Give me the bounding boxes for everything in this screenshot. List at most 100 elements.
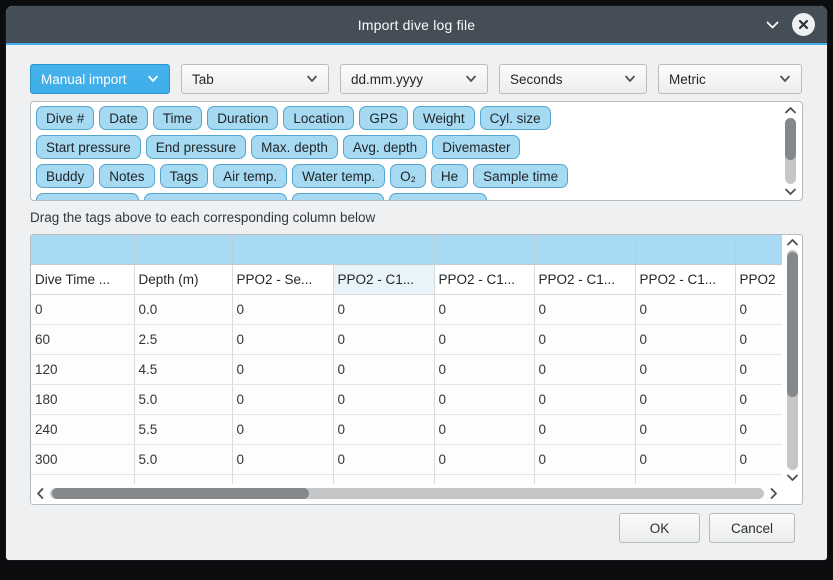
tag-sample-depth[interactable]: Sample depth — [36, 193, 139, 201]
table-cell: 0 — [635, 354, 735, 384]
time-format-select[interactable]: Seconds — [499, 64, 647, 94]
tag-dive[interactable]: Dive # — [36, 106, 94, 130]
tag-buddy[interactable]: Buddy — [36, 164, 94, 188]
tag-sample-temperature[interactable]: Sample temperature — [144, 193, 286, 201]
tag-sample-po[interactable]: Sample pO₂ — [292, 193, 385, 201]
table-cell: 0 — [232, 414, 333, 444]
field-separator-select[interactable]: Tab — [181, 64, 329, 94]
table-cell: 5.0 — [134, 384, 232, 414]
column-drop-target[interactable] — [232, 235, 333, 264]
table-cell — [134, 474, 232, 484]
tag-sample-time[interactable]: Sample time — [473, 164, 568, 188]
column-header[interactable]: Dive Time ... — [31, 264, 134, 294]
table-cell: 0 — [434, 354, 534, 384]
table-cell: 0 — [232, 384, 333, 414]
tag-notes[interactable]: Notes — [99, 164, 154, 188]
tag-end-pressure[interactable]: End pressure — [146, 135, 246, 159]
tag-date[interactable]: Date — [99, 106, 148, 130]
table-cell — [434, 474, 534, 484]
scrollbar-thumb[interactable] — [787, 252, 798, 397]
table-cell: 0 — [333, 324, 434, 354]
close-button[interactable] — [792, 13, 815, 36]
tag-duration[interactable]: Duration — [207, 106, 278, 130]
table-row: 00.0000000 — [31, 294, 782, 324]
table-cell: 0 — [232, 354, 333, 384]
table-cell — [735, 474, 782, 484]
tag-list-scrollbar[interactable] — [782, 105, 798, 197]
table-grid: Dive Time ...Depth (m)PPO2 - Se...PPO2 -… — [31, 235, 782, 484]
table-cell: 4.5 — [134, 354, 232, 384]
table-horizontal-scrollbar[interactable] — [33, 485, 781, 502]
column-header[interactable]: Depth (m) — [134, 264, 232, 294]
scroll-up-icon[interactable] — [784, 105, 797, 116]
tag-row: Sample depth Sample temperature Sample pO₂… — [36, 193, 776, 201]
tag-cyl-size[interactable]: Cyl. size — [480, 106, 551, 130]
column-header[interactable]: PPO2 - Se... — [232, 264, 333, 294]
column-drop-target[interactable] — [434, 235, 534, 264]
table-cell: 120 — [31, 354, 134, 384]
tag-start-pressure[interactable]: Start pressure — [36, 135, 141, 159]
titlebar-chevron-down-icon[interactable] — [765, 20, 780, 30]
tag-o[interactable]: O₂ — [390, 164, 426, 188]
tag-location[interactable]: Location — [283, 106, 354, 130]
table-cell: 5.5 — [134, 414, 232, 444]
import-type-select[interactable]: Manual import — [30, 64, 170, 94]
tag-air-temp[interactable]: Air temp. — [213, 164, 287, 188]
scrollbar-track[interactable] — [50, 488, 764, 499]
titlebar[interactable]: Import dive log file — [6, 6, 827, 43]
dialog-buttons: OK Cancel — [30, 513, 803, 543]
import-dialog-window: Import dive log file Manual import Tab d… — [6, 6, 827, 560]
scrollbar-track[interactable] — [785, 118, 796, 184]
scrollbar-track[interactable] — [787, 250, 798, 470]
table-cell — [31, 474, 134, 484]
table-cell: 180 — [31, 384, 134, 414]
tag-list: Dive #DateTimeDurationLocationGPSWeightC… — [31, 102, 802, 201]
column-header[interactable]: PPO2 - C1... — [333, 264, 434, 294]
tag-avg-depth[interactable]: Avg. depth — [343, 135, 427, 159]
column-drop-target[interactable] — [635, 235, 735, 264]
scrollbar-thumb[interactable] — [52, 488, 309, 499]
table-cell: 0 — [434, 414, 534, 444]
tag-water-temp[interactable]: Water temp. — [292, 164, 385, 188]
chevron-down-icon — [624, 75, 636, 83]
column-drop-target[interactable] — [134, 235, 232, 264]
tag-tags[interactable]: Tags — [160, 164, 209, 188]
table-cell: 0 — [232, 294, 333, 324]
table-row: 1805.0000000 — [31, 384, 782, 414]
scroll-left-icon[interactable] — [33, 487, 48, 500]
table-cell — [232, 474, 333, 484]
scroll-down-icon[interactable] — [784, 186, 797, 197]
column-header[interactable]: PPO2 - C1... — [434, 264, 534, 294]
units-select[interactable]: Metric — [658, 64, 802, 94]
cancel-button[interactable]: Cancel — [709, 513, 795, 543]
tag-max-depth[interactable]: Max. depth — [251, 135, 338, 159]
column-drop-target[interactable] — [31, 235, 134, 264]
column-drop-target[interactable] — [534, 235, 635, 264]
ok-button[interactable]: OK — [619, 513, 700, 543]
table-cell: 0 — [434, 294, 534, 324]
table-cell: 0 — [333, 354, 434, 384]
tag-divemaster[interactable]: Divemaster — [432, 135, 520, 159]
column-header[interactable]: PPO2 — [735, 264, 782, 294]
table-cell: 0 — [635, 294, 735, 324]
table-cell: 0 — [735, 384, 782, 414]
table-cell: 0 — [534, 294, 635, 324]
scroll-right-icon[interactable] — [766, 487, 781, 500]
column-header[interactable]: PPO2 - C1... — [635, 264, 735, 294]
table-cell: 0 — [333, 294, 434, 324]
scroll-up-icon[interactable] — [786, 237, 799, 248]
table-vertical-scrollbar[interactable] — [784, 237, 800, 483]
date-format-select[interactable]: dd.mm.yyyy — [340, 64, 488, 94]
column-drop-target[interactable] — [735, 235, 782, 264]
table-cell: 0 — [534, 384, 635, 414]
column-header[interactable]: PPO2 - C1... — [534, 264, 635, 294]
tag-gps[interactable]: GPS — [359, 106, 408, 130]
tag-he[interactable]: He — [431, 164, 468, 188]
tag-sample-cns[interactable]: Sample CNS — [389, 193, 487, 201]
scroll-down-icon[interactable] — [786, 472, 799, 483]
column-drop-target[interactable] — [333, 235, 434, 264]
tag-time[interactable]: Time — [153, 106, 203, 130]
tag-weight[interactable]: Weight — [413, 106, 475, 130]
table-row: 1204.5000000 — [31, 354, 782, 384]
scrollbar-thumb[interactable] — [785, 118, 796, 160]
